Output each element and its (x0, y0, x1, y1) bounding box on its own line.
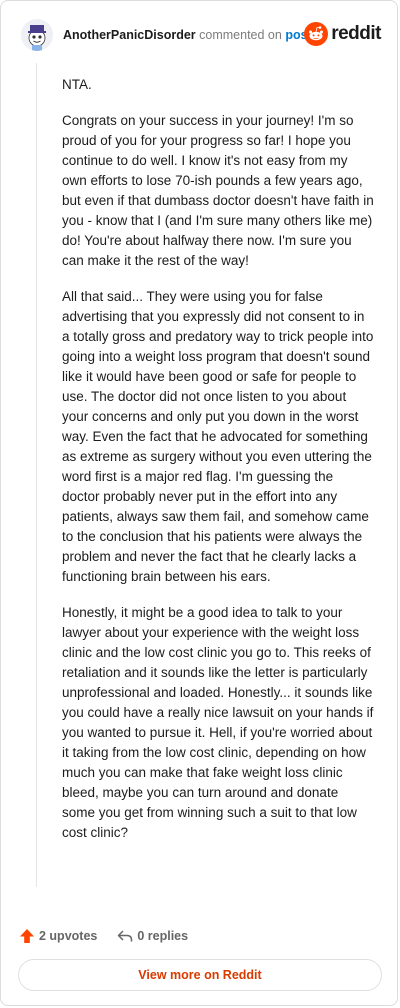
snoo-avatar-icon (21, 19, 53, 51)
avatar[interactable] (21, 19, 53, 51)
reddit-snoo-icon (304, 22, 329, 46)
comment-paragraph: Congrats on your success in your journey… (62, 113, 374, 268)
upvote-count: 2 upvotes (39, 929, 98, 943)
comment-paragraph: Honestly, it might be a good idea to tal… (62, 605, 374, 840)
comment-paragraph: NTA. (62, 77, 92, 92)
reply-count: 0 replies (137, 929, 189, 943)
comment-footer: 2 upvotes 0 replies (19, 925, 208, 947)
reply-arrow-icon (118, 930, 133, 942)
reddit-wordmark: reddit (331, 23, 381, 44)
comment-header: AnotherPanicDisorder commented on post r… (21, 19, 381, 53)
thread-line (36, 63, 37, 887)
commented-on-text: commented on (199, 28, 282, 42)
comment-meta: AnotherPanicDisorder commented on post (63, 27, 312, 43)
reddit-logo[interactable]: reddit (304, 21, 381, 47)
comment-paragraph: All that said... They were using you for… (62, 289, 374, 584)
comment-body: NTA. Congrats on your success in your jo… (62, 75, 374, 859)
reply-button[interactable]: 0 replies (117, 928, 188, 944)
comment-card: AnotherPanicDisorder commented on post r… (0, 0, 398, 1006)
view-more-on-reddit-button[interactable]: View more on Reddit (18, 959, 382, 991)
upvote-button[interactable]: 2 upvotes (19, 928, 97, 944)
username-link[interactable]: AnotherPanicDisorder (63, 28, 196, 42)
upvote-arrow-icon (20, 929, 34, 943)
